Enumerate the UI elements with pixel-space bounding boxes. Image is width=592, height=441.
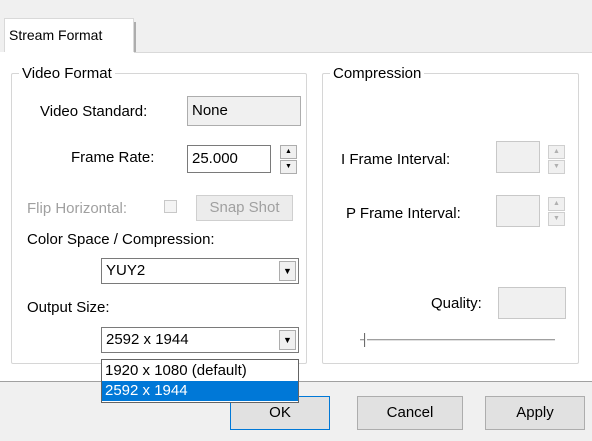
color-space-combobox[interactable]: YUY2 ▼: [101, 258, 299, 284]
flip-horizontal-checkbox[interactable]: [164, 200, 177, 213]
color-space-value: YUY2: [106, 262, 146, 279]
output-size-value: 2592 x 1944: [106, 331, 189, 348]
output-size-label: Output Size:: [27, 299, 110, 316]
p-frame-interval-field[interactable]: [496, 195, 540, 227]
down-arrow-icon[interactable]: ▼: [548, 160, 565, 174]
frame-rate-spinner[interactable]: ▲ ▼: [280, 145, 297, 175]
frame-rate-label: Frame Rate:: [71, 149, 155, 166]
output-size-combobox[interactable]: 2592 x 1944 ▼: [101, 327, 299, 353]
p-frame-interval-spinner[interactable]: ▲ ▼: [548, 197, 565, 227]
i-frame-interval-field[interactable]: [496, 141, 540, 173]
tab-edge: [134, 22, 136, 53]
up-arrow-icon[interactable]: ▲: [280, 145, 297, 159]
output-size-option-selected[interactable]: 2592 x 1944: [102, 381, 298, 401]
down-arrow-icon[interactable]: ▼: [280, 160, 297, 174]
cancel-button[interactable]: Cancel: [357, 396, 463, 430]
quality-slider-track[interactable]: [360, 339, 555, 342]
output-size-dropdown-list: 1920 x 1080 (default) 2592 x 1944: [101, 359, 299, 403]
i-frame-interval-label: I Frame Interval:: [341, 151, 451, 168]
up-arrow-icon[interactable]: ▲: [548, 197, 565, 211]
apply-button[interactable]: Apply: [485, 396, 585, 430]
flip-horizontal-label: Flip Horizontal:: [27, 200, 128, 217]
panel-top-border: [134, 52, 592, 53]
compression-title: Compression: [330, 65, 425, 83]
quality-label: Quality:: [431, 295, 482, 312]
frame-rate-field[interactable]: 25.000: [187, 145, 271, 173]
video-standard-label: Video Standard:: [40, 103, 148, 120]
up-arrow-icon[interactable]: ▲: [548, 145, 565, 159]
tab-stream-format[interactable]: Stream Format: [4, 18, 134, 53]
quality-field[interactable]: [498, 287, 566, 319]
video-standard-field: None: [187, 96, 301, 126]
i-frame-interval-spinner[interactable]: ▲ ▼: [548, 145, 565, 175]
color-space-label: Color Space / Compression:: [27, 231, 215, 248]
down-arrow-icon[interactable]: ▼: [548, 212, 565, 226]
output-size-option[interactable]: 1920 x 1080 (default): [102, 361, 298, 381]
quality-slider-thumb[interactable]: [364, 333, 367, 347]
chevron-down-icon[interactable]: ▼: [279, 330, 296, 350]
p-frame-interval-label: P Frame Interval:: [346, 205, 461, 222]
snap-shot-button[interactable]: Snap Shot: [196, 195, 293, 221]
video-format-title: Video Format: [19, 65, 115, 83]
chevron-down-icon[interactable]: ▼: [279, 261, 296, 281]
